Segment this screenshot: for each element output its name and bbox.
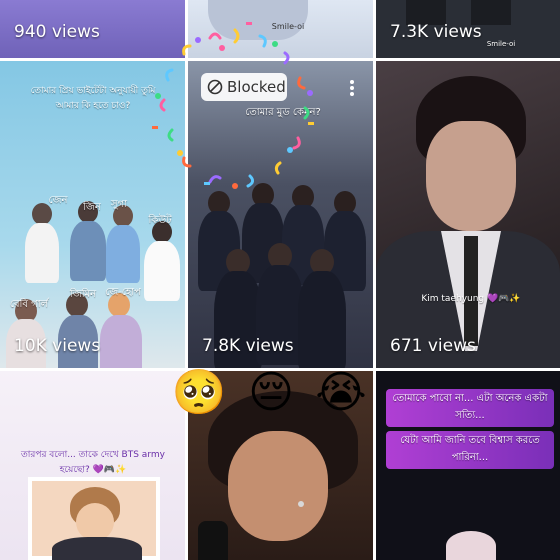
views-count: 7.3K views (390, 22, 482, 42)
grid-divider (373, 0, 376, 560)
tile-caption: তোমার প্রিয় ভাইটেটা অনুযায়ী তুমি আমার … (30, 86, 156, 111)
member-label: কিউট (148, 215, 172, 226)
blocked-label: Blocked (227, 78, 286, 96)
blocked-badge[interactable]: Blocked (201, 73, 287, 101)
member-label: জিমিন (69, 289, 97, 300)
member-label: জেন (48, 195, 68, 206)
tile-caption: Kim taehyung 💜🎮✨ (421, 294, 521, 304)
member-label: বেবি গার্ল (9, 299, 49, 310)
blocked-icon (207, 79, 223, 95)
photo (28, 477, 160, 560)
reel-tile-9[interactable]: তোমাকে পাবো না... এটা অনেক একটা সত্যি...… (376, 371, 560, 560)
more-options-icon[interactable] (349, 78, 355, 98)
reaction-crying-face[interactable]: 😭 (310, 362, 372, 424)
reaction-pleading-face[interactable]: 🥺 (168, 362, 230, 424)
views-count: 940 views (14, 22, 100, 42)
tile-caption: Smile-oi (486, 40, 516, 48)
tile-caption: তারপর বলো... তাকে দেখে BTS army হয়েছো? … (21, 450, 165, 475)
views-count: 671 views (390, 336, 476, 356)
tile-caption: যেটা আমি জানি তবে বিশ্বাস করতে পারিনা... (386, 431, 554, 469)
reaction-pensive-face[interactable]: 😔 (240, 362, 302, 424)
views-count: 10K views (14, 336, 101, 356)
member-label: সুগা (110, 199, 128, 210)
reel-tile-6[interactable]: Kim taehyung 💜🎮✨ 671 views (376, 61, 560, 368)
member-label: জে-হোপ (105, 287, 141, 298)
reel-tile-7[interactable]: তারপর বলো... তাকে দেখে BTS army হয়েছো? … (0, 371, 185, 560)
confetti-decoration (152, 22, 314, 189)
member-label: জিন (83, 202, 101, 213)
reel-tile-3[interactable]: 7.3K views Smile-oi (376, 0, 560, 58)
views-count: 7.8K views (202, 336, 294, 356)
tile-caption: তোমাকে পাবো না... এটা অনেক একটা সত্যি... (386, 389, 554, 427)
